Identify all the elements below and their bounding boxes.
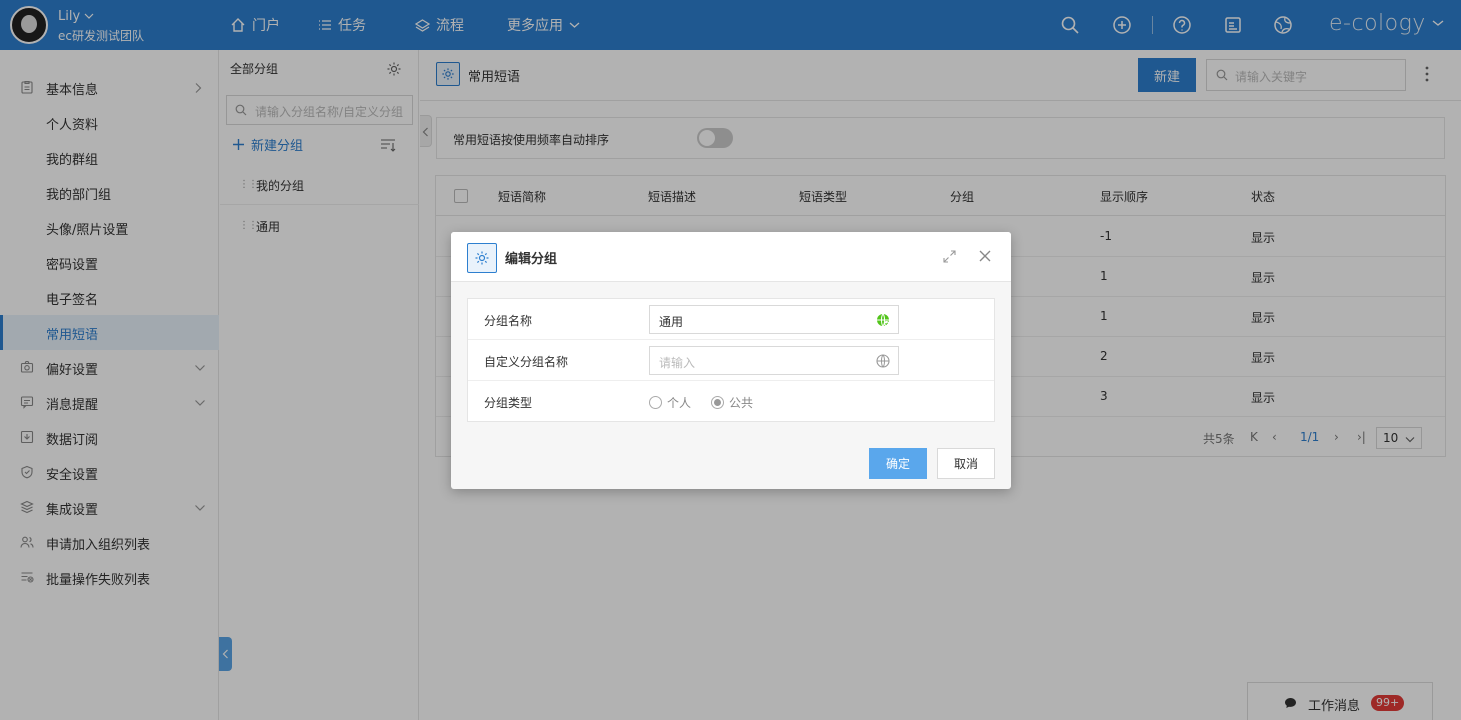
custom-group-name-input[interactable]: 请输入 bbox=[649, 346, 899, 375]
dialog-header: 编辑分组 bbox=[451, 232, 1011, 282]
multilang-globe-icon[interactable] bbox=[876, 354, 890, 368]
confirm-button[interactable]: 确定 bbox=[869, 448, 927, 479]
form-row: 自定义分组名称 请输入 bbox=[468, 340, 994, 381]
radio-label: 公共 bbox=[729, 396, 754, 410]
group-name-value: 通用 bbox=[659, 315, 684, 329]
radio-public[interactable]: 公共 bbox=[711, 394, 753, 411]
settings-icon bbox=[467, 243, 497, 273]
radio-icon bbox=[649, 396, 662, 409]
placeholder: 请输入 bbox=[659, 356, 696, 370]
group-name-input[interactable]: 通用 bbox=[649, 305, 899, 334]
custom-group-name-label: 自定义分组名称 bbox=[484, 355, 569, 369]
radio-personal[interactable]: 个人 bbox=[649, 394, 691, 411]
dialog-form: 分组名称 通用 自定义分组名称 请输入 分组类型 个人 公共 bbox=[467, 298, 995, 422]
edit-group-dialog: 编辑分组 分组名称 通用 自定义分组名称 请输入 分组类型 个人 公共 确定 取… bbox=[451, 232, 1011, 489]
group-name-label: 分组名称 bbox=[484, 314, 533, 328]
expand-icon[interactable] bbox=[943, 250, 956, 263]
multilang-globe-icon[interactable] bbox=[876, 313, 890, 327]
form-row: 分组类型 个人 公共 bbox=[468, 381, 994, 422]
close-icon[interactable] bbox=[978, 249, 992, 263]
radio-label: 个人 bbox=[667, 396, 692, 410]
dialog-title: 编辑分组 bbox=[505, 252, 558, 267]
form-row: 分组名称 通用 bbox=[468, 299, 994, 340]
radio-checked-icon bbox=[711, 396, 724, 409]
cancel-button[interactable]: 取消 bbox=[937, 448, 995, 479]
group-type-label: 分组类型 bbox=[484, 396, 533, 410]
